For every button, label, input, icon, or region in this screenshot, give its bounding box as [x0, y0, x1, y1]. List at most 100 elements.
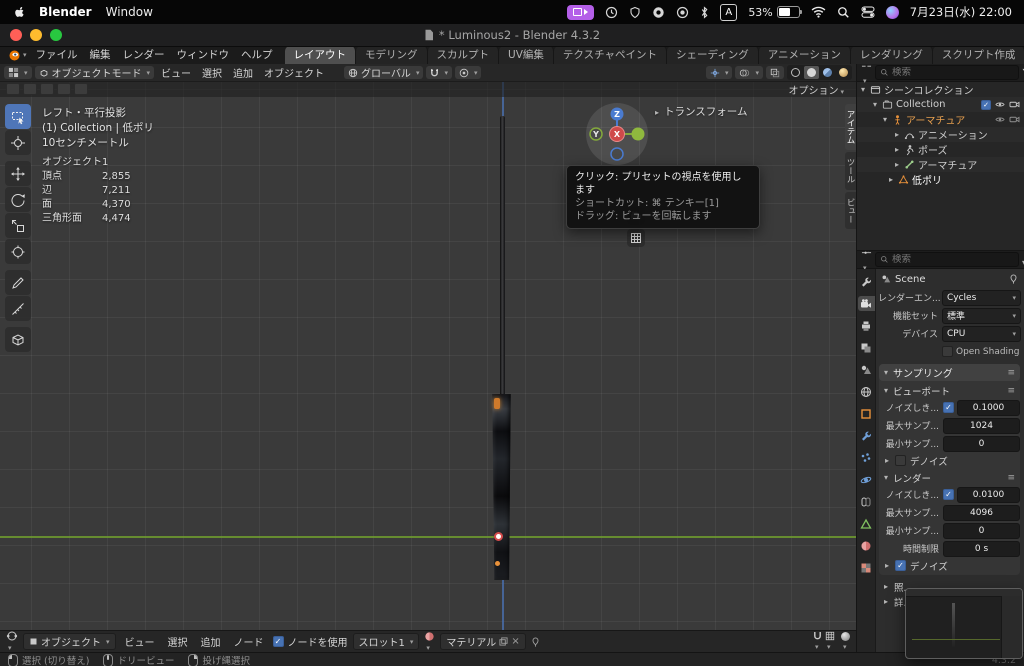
render-denoise-row[interactable]: デノイズ	[879, 558, 1020, 573]
disclosure-open-icon[interactable]	[883, 114, 889, 125]
tool-rotate[interactable]	[5, 187, 31, 212]
blender-logo-icon[interactable]	[5, 46, 30, 64]
osl-checkbox[interactable]	[942, 346, 953, 357]
tool-add-cube[interactable]	[5, 327, 31, 352]
render-min-samples-value[interactable]: 0	[943, 522, 1020, 539]
viewport-max-samples-value[interactable]: 1024	[943, 417, 1020, 434]
toggle-orthographic-button[interactable]	[627, 229, 645, 247]
props-tab-particles[interactable]	[858, 450, 875, 465]
snapping-dropdown[interactable]	[426, 66, 452, 79]
use-nodes-checkbox[interactable]	[272, 636, 284, 647]
pin-icon[interactable]	[1009, 274, 1018, 284]
props-tab-tool[interactable]	[858, 274, 875, 289]
render-max-samples-value[interactable]: 4096	[943, 504, 1020, 521]
mode-dropdown[interactable]: オブジェクトモード	[34, 66, 155, 80]
unlink-material-icon[interactable]	[511, 637, 519, 647]
shading-wireframe-button[interactable]	[788, 66, 803, 79]
gizmo-y-label[interactable]: Y	[592, 130, 599, 139]
outliner-row-scene-collection[interactable]: シーンコレクション	[857, 82, 1024, 97]
render-noise-threshold-value[interactable]: 0.0100	[957, 486, 1020, 503]
siri-icon[interactable]	[885, 5, 899, 19]
chat-status-icon[interactable]	[652, 6, 665, 19]
eye-icon[interactable]	[994, 100, 1006, 109]
menubar-window-menu[interactable]: Window	[106, 5, 153, 19]
menubar-datetime[interactable]: 7月23日(水) 22:00	[910, 4, 1012, 20]
tool-select-box[interactable]	[5, 104, 31, 129]
menu-file[interactable]: ファイル	[30, 46, 84, 64]
outliner-row-collection[interactable]: Collection	[857, 97, 1024, 112]
props-tab-texture[interactable]	[858, 560, 875, 575]
disclosure-closed-icon[interactable]	[895, 144, 901, 155]
tool-settings-icon-5[interactable]	[74, 83, 88, 95]
props-tab-constraints[interactable]	[858, 494, 875, 509]
properties-search[interactable]	[875, 252, 1019, 267]
props-tab-object-data[interactable]	[858, 516, 875, 531]
tool-settings-icon-1[interactable]	[6, 83, 20, 95]
render-denoise-checkbox[interactable]	[895, 560, 907, 571]
tool-settings-icon-3[interactable]	[40, 83, 54, 95]
tab-texture-paint[interactable]: テクスチャペイント	[553, 46, 667, 64]
tool-annotate[interactable]	[5, 270, 31, 295]
viewport-menu-object[interactable]: オブジェクト	[260, 65, 328, 80]
control-center-icon[interactable]	[861, 6, 875, 18]
props-tab-scene[interactable]	[858, 362, 875, 377]
xray-toggle[interactable]	[766, 66, 784, 79]
tab-animation[interactable]: アニメーション	[758, 46, 851, 64]
shading-rendered-button[interactable]	[836, 66, 851, 79]
menu-help[interactable]: ヘルプ	[235, 46, 279, 64]
tab-rendering[interactable]: レンダリング	[850, 46, 933, 64]
gizmo-x-label[interactable]: X	[614, 130, 621, 139]
clock-status-icon[interactable]	[605, 6, 618, 19]
tool-cursor[interactable]	[5, 130, 31, 155]
disclosure-open-icon[interactable]	[861, 84, 867, 95]
props-tab-modifiers[interactable]	[858, 428, 875, 443]
menu-render[interactable]: レンダー	[117, 46, 171, 64]
tool-measure[interactable]	[5, 296, 31, 321]
tool-transform[interactable]	[5, 239, 31, 264]
props-tab-render[interactable]	[857, 296, 875, 311]
shader-menu-select[interactable]: 選択	[164, 634, 192, 649]
outliner-row-armature-data[interactable]: アーマチュア	[857, 157, 1024, 172]
outliner-search[interactable]	[875, 65, 1019, 80]
battery-indicator[interactable]: 53%	[748, 6, 802, 19]
material-browse-button[interactable]	[424, 631, 435, 653]
viewport-denoise-checkbox[interactable]	[895, 455, 907, 466]
sidebar-tab-item[interactable]: アイテム	[845, 104, 856, 150]
sidebar-tab-view[interactable]: ビュー	[845, 191, 856, 229]
tool-move[interactable]	[5, 161, 31, 186]
viewport-menu-select[interactable]: 選択	[198, 65, 226, 80]
tab-layout[interactable]: レイアウト	[284, 46, 357, 64]
render-visibility-camera-icon[interactable]	[1009, 115, 1020, 124]
transform-orientation-dropdown[interactable]: グローバル	[344, 66, 424, 80]
disclosure-closed-icon[interactable]	[895, 129, 901, 140]
use-nodes-toggle[interactable]: ノードを使用	[272, 634, 348, 649]
bluetooth-icon[interactable]	[700, 5, 709, 19]
mesh-object-blade[interactable]	[492, 394, 511, 580]
render-engine-dropdown[interactable]: Cycles	[942, 289, 1021, 306]
disclosure-closed-icon[interactable]	[895, 159, 901, 170]
props-tab-object[interactable]	[858, 406, 875, 421]
menu-window[interactable]: ウィンドウ	[171, 46, 236, 64]
viewport-denoise-row[interactable]: デノイズ	[879, 453, 1020, 468]
props-tab-physics[interactable]	[858, 472, 875, 487]
props-tab-material[interactable]	[858, 538, 875, 553]
device-dropdown[interactable]: CPU	[942, 325, 1021, 342]
render-time-limit-value[interactable]: 0 s	[943, 540, 1020, 557]
wifi-icon[interactable]	[811, 6, 826, 18]
backdrop-toggle-2[interactable]	[841, 631, 850, 652]
sampling-panel-header[interactable]: サンプリング	[879, 364, 1020, 381]
tab-shading[interactable]: シェーディング	[666, 46, 759, 64]
outliner-row-lowpoly-mesh[interactable]: 低ポリ	[857, 172, 1024, 187]
properties-search-input[interactable]	[892, 254, 1014, 265]
spotlight-icon[interactable]	[837, 6, 850, 19]
shader-editor-type-button[interactable]	[6, 630, 18, 653]
shader-overlay-dropdown[interactable]	[825, 631, 835, 652]
preset-menu-icon[interactable]	[1007, 368, 1015, 378]
editor-type-button[interactable]	[4, 66, 32, 79]
outliner-row-animation[interactable]: アニメーション	[857, 127, 1024, 142]
render-noise-threshold-checkbox[interactable]	[943, 489, 954, 500]
tab-uv-editing[interactable]: UV編集	[499, 46, 554, 64]
outliner-row-pose[interactable]: ポーズ	[857, 142, 1024, 157]
shader-snapping-dropdown[interactable]	[813, 631, 822, 652]
shader-menu-node[interactable]: ノード	[230, 634, 268, 649]
